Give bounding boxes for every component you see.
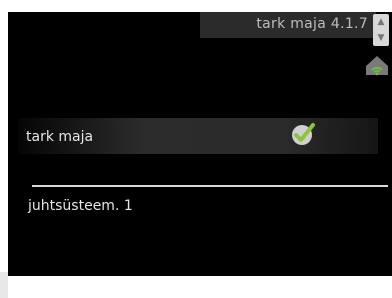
title-bar: tark maja 4.1.7: [200, 12, 376, 38]
checkmark-icon[interactable]: [290, 121, 316, 147]
divider: [32, 185, 388, 187]
display-screen: tark maja 4.1.7 ▲ ▼ tark maja juhtsüstee…: [8, 12, 392, 276]
arrow-up-icon[interactable]: ▲: [376, 17, 386, 27]
menu-item-control-system[interactable]: juhtsüsteem. 1: [28, 198, 133, 214]
smart-home-wifi-icon: [366, 56, 388, 76]
frame-corner: [0, 272, 8, 298]
menu-item-smart-home[interactable]: tark maja: [18, 118, 378, 154]
page-title: tark maja 4.1.7: [256, 16, 368, 32]
scroll-arrows-icon[interactable]: ▲ ▼: [373, 14, 389, 46]
arrow-down-icon[interactable]: ▼: [376, 33, 386, 43]
menu-item-label: tark maja: [26, 129, 94, 145]
